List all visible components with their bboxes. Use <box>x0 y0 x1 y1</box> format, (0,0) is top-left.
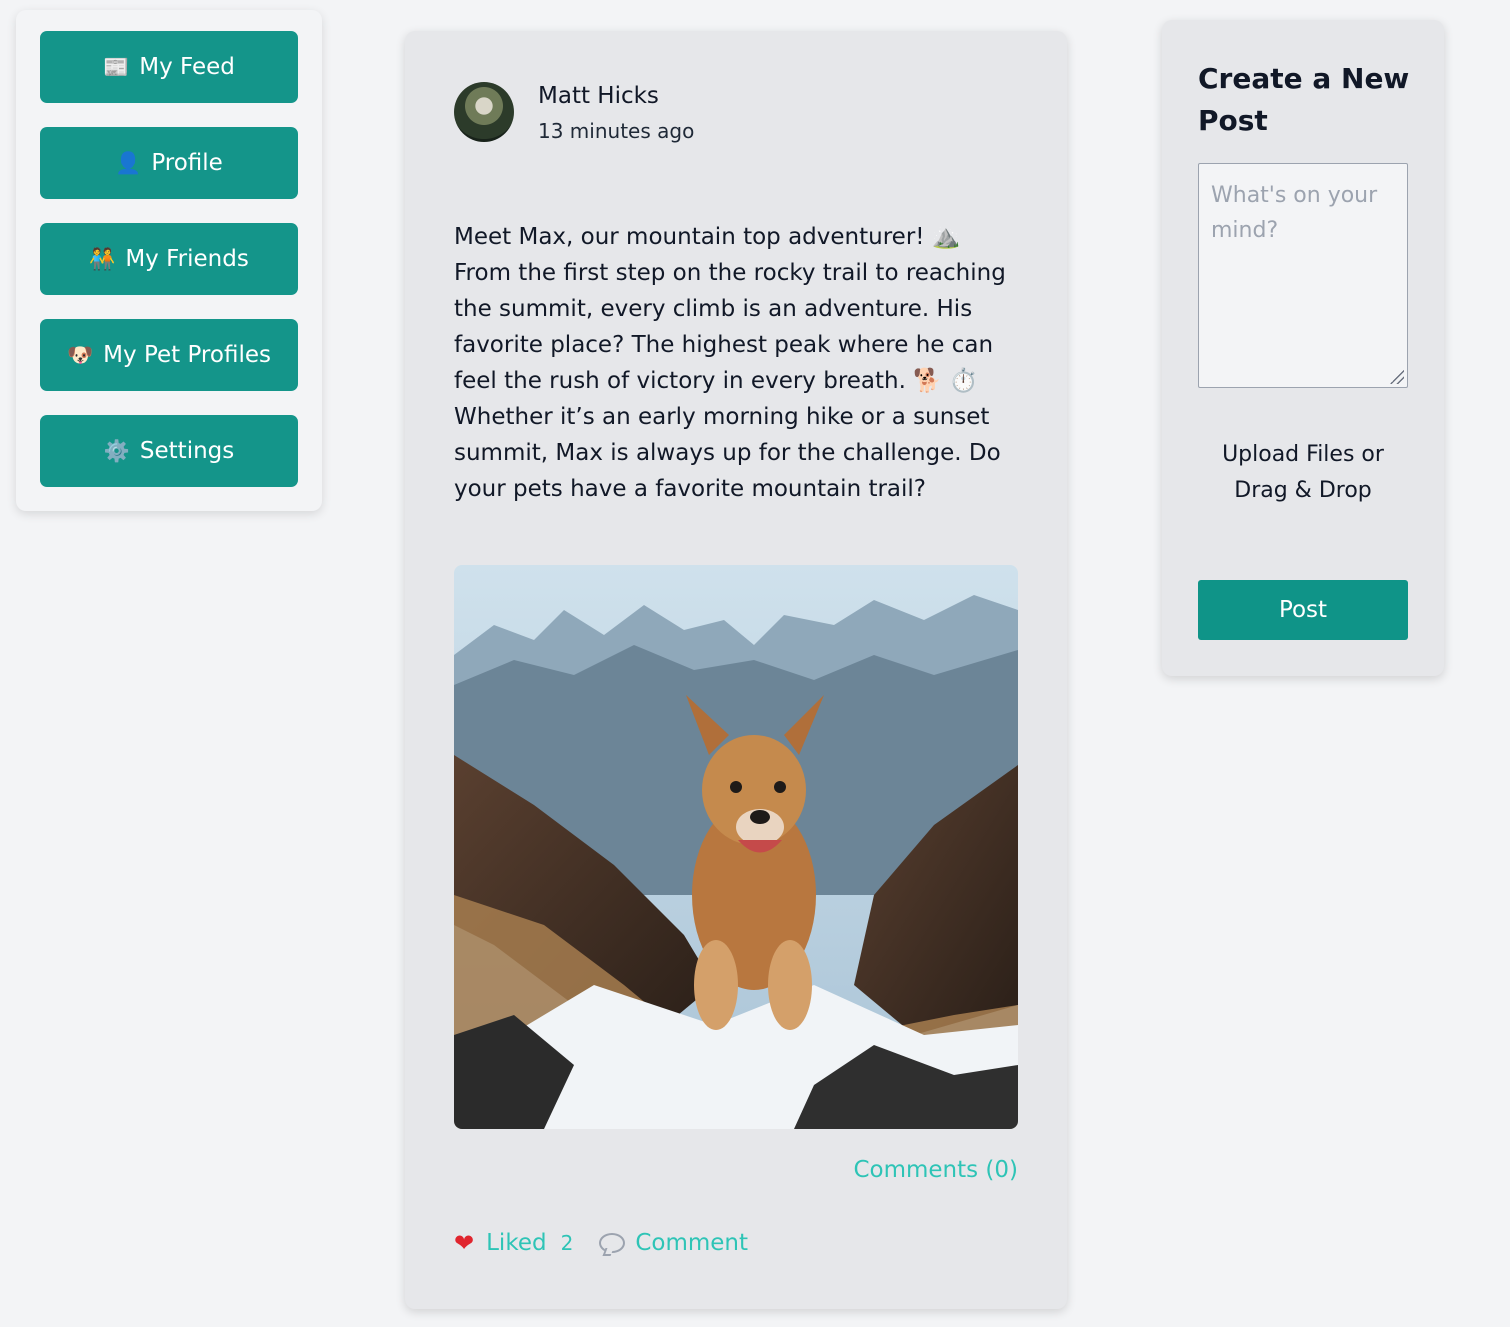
nav-my-friends-label: My Friends <box>125 246 249 272</box>
post-photo[interactable] <box>454 565 1018 1129</box>
file-upload-dropzone[interactable]: Upload Files or Drag & Drop <box>1198 437 1408 509</box>
nav-profile-button[interactable]: 👤 Profile <box>40 127 298 199</box>
post-content-input[interactable] <box>1198 163 1408 388</box>
post-body-text: Meet Max, our mountain top adventurer! ⛰… <box>454 219 1024 507</box>
liked-label: Liked <box>486 1230 547 1256</box>
mountain-icon: ⛰️ <box>931 224 961 250</box>
create-post-title: Create a New Post <box>1198 62 1410 137</box>
stopwatch-icon: ⏱️ <box>949 368 978 394</box>
nav-settings-button[interactable]: ⚙️ Settings <box>40 415 298 487</box>
textarea-resize-handle[interactable] <box>1390 370 1404 384</box>
comments-count-link[interactable]: Comments (0) <box>853 1157 1018 1183</box>
sidebar-nav: 📰 My Feed 👤 Profile 🧑‍🤝‍🧑 My Friends 🐶 M… <box>16 10 322 511</box>
author-avatar[interactable] <box>454 82 514 142</box>
post-text-part-1: Meet Max, our mountain top adventurer! <box>454 224 932 250</box>
like-button[interactable]: ❤ Liked 2 <box>454 1229 573 1257</box>
submit-post-button[interactable]: Post <box>1198 580 1408 640</box>
speech-bubble-icon <box>599 1233 626 1253</box>
dog-icon: 🐕 <box>913 368 942 394</box>
dog-face-icon: 🐶 <box>67 342 94 367</box>
nav-my-feed-label: My Feed <box>139 54 235 80</box>
gear-icon: ⚙️ <box>103 438 130 463</box>
nav-my-pet-profiles-button[interactable]: 🐶 My Pet Profiles <box>40 319 298 391</box>
page: 📰 My Feed 👤 Profile 🧑‍🤝‍🧑 My Friends 🐶 M… <box>0 0 1510 1327</box>
like-count: 2 <box>560 1231 574 1255</box>
comment-button[interactable]: Comment <box>599 1230 748 1256</box>
nav-my-friends-button[interactable]: 🧑‍🤝‍🧑 My Friends <box>40 223 298 295</box>
post-text-part-3: Whether it’s an early morning hike or a … <box>454 404 1001 502</box>
heart-icon: ❤ <box>454 1229 475 1257</box>
nav-settings-label: Settings <box>139 438 235 464</box>
post-actions: ❤ Liked 2 Comment <box>454 1229 748 1257</box>
dog-on-mountain-photo <box>454 565 1018 1129</box>
person-icon: 👤 <box>115 150 142 175</box>
post-author-name[interactable]: Matt Hicks <box>538 83 659 109</box>
friends-icon: 🧑‍🤝‍🧑 <box>89 246 116 271</box>
newspaper-icon: 📰 <box>103 54 130 79</box>
create-post-card: Create a New Post Upload Files or Drag &… <box>1162 20 1444 676</box>
post-timestamp: 13 minutes ago <box>538 119 695 143</box>
nav-my-feed-button[interactable]: 📰 My Feed <box>40 31 298 103</box>
nav-my-pet-profiles-label: My Pet Profiles <box>103 342 271 368</box>
nav-profile-label: Profile <box>151 150 223 176</box>
comment-label: Comment <box>635 1230 748 1256</box>
feed-post-card: Matt Hicks 13 minutes ago Meet Max, our … <box>405 31 1067 1309</box>
